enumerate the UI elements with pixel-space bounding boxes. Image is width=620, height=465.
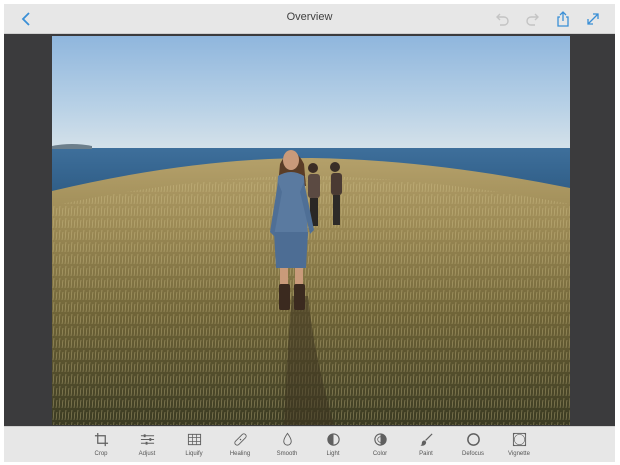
half-circle-icon bbox=[326, 433, 340, 446]
tool-liquify[interactable]: Liquify bbox=[174, 432, 214, 457]
top-bar: Overview bbox=[4, 4, 615, 34]
expand-icon[interactable] bbox=[584, 10, 602, 28]
tool-vignette[interactable]: Vignette bbox=[499, 432, 539, 457]
tool-label: Healing bbox=[229, 451, 251, 457]
photo-canvas[interactable] bbox=[52, 36, 570, 425]
tool-healing[interactable]: Healing bbox=[220, 432, 260, 457]
share-icon[interactable] bbox=[554, 10, 572, 28]
app-window: Overview Crop Adjust Liquify Healing Smo… bbox=[4, 4, 615, 462]
tool-light[interactable]: Light bbox=[313, 432, 353, 457]
photo bbox=[52, 36, 570, 425]
tools-toolbar: Crop Adjust Liquify Healing Smooth Light… bbox=[4, 426, 615, 462]
tool-smooth[interactable]: Smooth bbox=[267, 432, 307, 457]
color-circle-icon bbox=[373, 433, 387, 446]
tool-label: Light bbox=[326, 451, 340, 457]
undo-icon[interactable] bbox=[493, 10, 511, 28]
bandage-icon bbox=[233, 433, 247, 446]
tool-label: Smooth bbox=[276, 451, 298, 457]
grid-icon bbox=[187, 433, 201, 446]
tool-label: Crop bbox=[94, 451, 108, 457]
tool-label: Color bbox=[372, 451, 388, 457]
tool-label: Liquify bbox=[185, 451, 203, 457]
crop-icon bbox=[94, 432, 108, 447]
brush-icon bbox=[419, 433, 433, 446]
ring-icon bbox=[466, 433, 480, 446]
tool-adjust[interactable]: Adjust bbox=[127, 432, 167, 457]
tool-label: Vignette bbox=[508, 451, 530, 457]
tool-label: Paint bbox=[419, 451, 433, 457]
tool-defocus[interactable]: Defocus bbox=[453, 432, 493, 457]
redo-icon[interactable] bbox=[524, 10, 542, 28]
sliders-icon bbox=[140, 434, 154, 445]
tool-label: Adjust bbox=[138, 451, 156, 457]
tool-label: Defocus bbox=[461, 451, 484, 457]
tool-paint[interactable]: Paint bbox=[406, 432, 446, 457]
tool-color[interactable]: Color bbox=[360, 432, 400, 457]
tool-crop[interactable]: Crop bbox=[81, 432, 121, 457]
droplet-icon bbox=[282, 432, 292, 446]
vignette-icon bbox=[512, 432, 526, 447]
